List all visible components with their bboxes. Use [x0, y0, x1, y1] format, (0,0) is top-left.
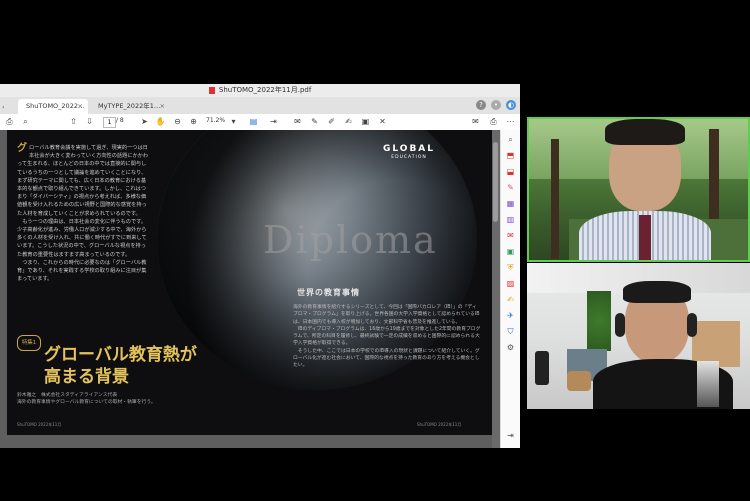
footer-right: ShuTOMO 2022年11月: [417, 422, 462, 427]
author-credit: 鈴木雅之 株式会社スタディアライアンス代表 海外の教育事情やグローバル教育につい…: [17, 393, 156, 405]
collapse-panel-icon[interactable]: ⇥: [505, 430, 516, 441]
pdf-file-icon: [208, 86, 215, 94]
home-tab-arrow-icon[interactable]: ‹: [2, 100, 5, 115]
headphone-right-icon: [687, 313, 697, 337]
print-icon[interactable]: ⎙: [4, 116, 15, 127]
tab-mytype[interactable]: MyTYPE_2022年1… ×: [90, 99, 170, 114]
global-education-logo: GLOBAL EDUCATION: [383, 144, 435, 160]
close-tab-icon[interactable]: ×: [160, 99, 165, 114]
help-icon[interactable]: ?: [476, 100, 486, 110]
zoom-in-icon[interactable]: ⊕: [188, 116, 199, 127]
scroll-mode-icon[interactable]: ⇥: [268, 116, 279, 127]
stool: [567, 371, 591, 391]
headphone-left-icon: [615, 313, 625, 337]
zoom-out-icon[interactable]: ⊖: [172, 116, 183, 127]
tab-shutomo[interactable]: ShuTOMO_2022… ×: [18, 99, 88, 114]
global-logo-word: GLOBAL: [383, 144, 436, 154]
combine-files-icon[interactable]: ▦: [505, 198, 516, 209]
account-avatar-icon[interactable]: ◐: [506, 100, 516, 110]
sign-icon[interactable]: ✍: [343, 116, 354, 127]
feature-title-line1: グローバル教育熱が: [44, 345, 197, 365]
zoom-dropdown-icon[interactable]: ▾: [228, 116, 239, 127]
tree-trunk: [551, 139, 559, 259]
protect-icon[interactable]: ⛨: [505, 262, 516, 273]
fill-sign-icon[interactable]: ✍: [505, 294, 516, 305]
lamp-stand: [535, 351, 549, 385]
pdf-viewer-window: ShuTOMO_2022年11月.pdf ‹ ShuTOMO_2022… × M…: [0, 84, 520, 448]
mail-share-icon[interactable]: ✉: [470, 116, 481, 127]
tab-bar: ‹ ShuTOMO_2022… × MyTYPE_2022年1… × ? • ◐: [0, 97, 520, 114]
select-cursor-icon[interactable]: ➤: [139, 116, 150, 127]
feature-badge: 特集1: [17, 335, 41, 351]
tools-sidebar: ⌕ ⬒ ⬓ ✎ ▦ ▥ ✉ ▣ ⛨ ▨ ✍ ✈ ⛉ ⚙ ⇥: [500, 130, 520, 448]
scan-ocr-icon[interactable]: ▣: [505, 246, 516, 257]
page-total: / 8: [116, 117, 124, 124]
more-options-icon[interactable]: ⋯: [505, 116, 516, 127]
print-share-icon[interactable]: ⎙: [488, 116, 499, 127]
feature-title-line2: 高まる背景: [44, 367, 129, 387]
tab-label: ShuTOMO_2022…: [26, 102, 85, 110]
microphone-icon: [697, 361, 719, 407]
person-hair: [605, 119, 685, 145]
window-title: ShuTOMO_2022年11月.pdf: [218, 86, 312, 94]
document-area: グローバル教育会議を実施して過ぎ、現実的一つは日本社会が大きく変わっていく方向性…: [0, 130, 520, 448]
close-tab-icon[interactable]: ×: [78, 99, 83, 114]
drop-cap: グ: [17, 143, 27, 154]
scrollbar-thumb[interactable]: [493, 142, 498, 222]
page-number-input[interactable]: 1: [103, 117, 116, 128]
shield-icon[interactable]: ⛉: [505, 326, 516, 337]
previous-page-icon[interactable]: ⇧: [68, 116, 79, 127]
right-body-text: 海外の教育事情を紹介するシリーズとして、今回は「国際バカロレア（IB）」の「ディ…: [293, 305, 481, 369]
global-logo-subtitle: EDUCATION: [391, 155, 427, 160]
hand-tool-icon[interactable]: ✋: [155, 116, 166, 127]
edit-pdf-icon[interactable]: ✎: [505, 182, 516, 193]
footer-left: ShuTOMO 2022年11月: [17, 422, 62, 427]
stamp-icon[interactable]: ▣: [360, 116, 371, 127]
zoom-tool-icon[interactable]: ⌕: [505, 134, 516, 145]
zoom-level[interactable]: 71.2%: [206, 117, 225, 124]
person-hair: [623, 281, 691, 303]
title-bar: ShuTOMO_2022年11月.pdf: [0, 84, 520, 98]
plant: [587, 291, 611, 351]
send-for-review-icon[interactable]: ✈: [505, 310, 516, 321]
comment-icon[interactable]: ✉: [292, 116, 303, 127]
more-tools-icon[interactable]: ⚙: [505, 342, 516, 353]
comment-tool-icon[interactable]: ✉: [505, 230, 516, 241]
search-icon[interactable]: ⌕: [20, 116, 31, 127]
left-body-paragraphs: ローバル教育会議を実施して過ぎ、現実的一つは日本社会が大きく変わっていく方向性の…: [17, 145, 149, 283]
organize-pages-icon[interactable]: ▥: [505, 214, 516, 225]
fit-page-icon[interactable]: ▤: [248, 116, 259, 127]
section-heading: 世界の教育事情: [297, 288, 360, 297]
video-tile-participant-1[interactable]: [527, 117, 750, 262]
tabbar-actions: ? • ◐: [476, 100, 516, 110]
highlight-icon[interactable]: ✐: [326, 116, 337, 127]
main-toolbar: ⎙ ⌕ ⇧ ⇩ 1 / 8 ➤ ✋ ⊖ ⊕ 71.2% ▾ ▤ ⇥ ✉ ✎ ✐ …: [0, 114, 520, 131]
delete-icon[interactable]: ✕: [377, 116, 388, 127]
vertical-scrollbar[interactable]: [492, 130, 500, 448]
pen-icon[interactable]: ✎: [309, 116, 320, 127]
diploma-heading: Diploma: [263, 218, 438, 262]
create-pdf-icon[interactable]: ⬓: [505, 166, 516, 177]
notifications-icon[interactable]: •: [491, 100, 501, 110]
left-body-text: グローバル教育会議を実施して過ぎ、現実的一つは日本社会が大きく変わっていく方向性…: [17, 144, 149, 283]
window-title-wrap: ShuTOMO_2022年11月.pdf: [0, 85, 520, 95]
next-page-icon[interactable]: ⇩: [84, 116, 95, 127]
tab-label: MyTYPE_2022年1…: [98, 102, 161, 110]
export-pdf-icon[interactable]: ⬒: [505, 150, 516, 161]
pdf-page-spread: グローバル教育会議を実施して過ぎ、現実的一つは日本社会が大きく変わっていく方向性…: [7, 130, 492, 435]
person-tie: [639, 215, 651, 260]
video-tile-participant-2[interactable]: [527, 263, 750, 409]
feature-title: グローバル教育熱が 高まる背景: [44, 344, 197, 388]
redact-icon[interactable]: ▨: [505, 278, 516, 289]
